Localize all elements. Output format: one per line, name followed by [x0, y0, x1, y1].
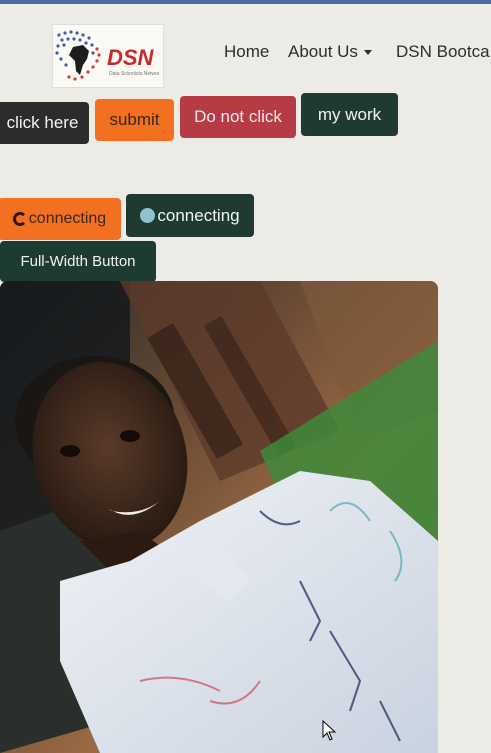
connecting-grow-spinner-button[interactable]: connecting — [126, 194, 254, 237]
border-spinner-icon — [12, 212, 27, 226]
nav-link-about-us[interactable]: About Us — [288, 42, 372, 62]
chevron-down-icon — [363, 50, 372, 56]
connecting-label: connecting — [28, 210, 107, 227]
connecting-border-spinner-button[interactable]: connecting — [0, 198, 121, 240]
portrait-image — [0, 281, 438, 753]
navbar: DSN Data Scientists Network Home About U… — [0, 0, 491, 88]
profile-photo — [0, 281, 438, 753]
do-not-click-button[interactable]: Do not click — [180, 96, 296, 138]
my-work-button[interactable]: my work — [301, 93, 398, 136]
nav-link-about-us-label: About Us — [288, 42, 358, 61]
nav-link-home[interactable]: Home — [224, 42, 269, 62]
nav-link-dsn-bootcamp[interactable]: DSN Bootca — [396, 42, 490, 62]
grow-spinner-icon — [140, 208, 156, 223]
submit-button[interactable]: submit — [95, 99, 174, 141]
logo-text: DSN — [107, 45, 154, 70]
mouse-pointer-icon — [322, 720, 337, 741]
connecting-label: connecting — [157, 205, 240, 225]
click-here-button[interactable]: click here — [0, 102, 89, 144]
dsn-logo[interactable]: DSN Data Scientists Network — [52, 24, 164, 88]
logo-tagline: Data Scientists Network — [109, 71, 159, 77]
globe-dots-icon — [55, 30, 101, 81]
full-width-button[interactable]: Full-Width Button — [0, 241, 156, 282]
